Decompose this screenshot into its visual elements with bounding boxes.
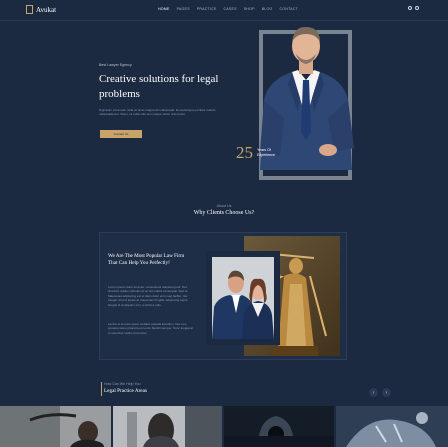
why-title: Why Clients Choose Us?: [193, 210, 255, 216]
practice-accent-line: [101, 382, 102, 396]
practice-card-criminal[interactable]: [0, 406, 111, 447]
logo-icon: [26, 5, 33, 14]
nav-contact[interactable]: CONTACT: [279, 7, 298, 11]
nav-cases[interactable]: CASES: [224, 7, 237, 11]
practice-card-cyber[interactable]: [224, 406, 334, 447]
header-icons: [408, 6, 419, 10]
lawyers-photo-frame: [206, 251, 280, 345]
about-para-1: Lorem ipsum dolor sit amet, consectetur …: [108, 285, 189, 307]
practice-card-family[interactable]: [113, 406, 222, 447]
nav-shop[interactable]: SHOP: [244, 7, 255, 11]
practice-card-drug[interactable]: [336, 406, 448, 447]
practice-title: Legal Practice Areas: [104, 388, 147, 394]
nav-practice[interactable]: PRACTICE: [197, 7, 217, 11]
why-eyebrow: About Us: [216, 204, 232, 208]
about-title: We Are The Most Popular Law Firm That Ca…: [108, 253, 185, 266]
search-icon[interactable]: [415, 6, 419, 10]
next-arrow-button[interactable]: ›: [382, 388, 391, 397]
prev-arrow-button[interactable]: ‹: [369, 388, 378, 397]
logo[interactable]: Avukat: [26, 5, 56, 14]
contact-us-button[interactable]: Contact Us: [100, 130, 142, 138]
hero-text: Dignissim commodo nulla sit amet magna d…: [99, 108, 216, 117]
about-para-2: Lectus et at nunc quam sodales gravida i…: [108, 322, 194, 335]
lawyers-photo: [212, 257, 274, 339]
hero-eyebrow: Best Lawyer Egency: [99, 63, 132, 67]
nav-home[interactable]: HOME: [158, 7, 170, 11]
years-experience: 25 Years Of Experience: [236, 143, 275, 163]
site-header: Avukat HOME PAGES PRACTICE CASES SHOP BL…: [0, 0, 448, 21]
logo-text: Avukat: [36, 5, 57, 14]
hero-title: Creative solutions for legal problems: [99, 73, 219, 100]
years-number: 25: [236, 143, 253, 162]
practice-eyebrow: How Can We Help You: [104, 382, 141, 386]
cart-icon[interactable]: [408, 6, 412, 10]
main-nav: HOME PAGES PRACTICE CASES SHOP BLOG CONT…: [158, 7, 298, 11]
nav-blog[interactable]: BLOG: [262, 7, 273, 11]
nav-pages[interactable]: PAGES: [177, 7, 190, 11]
years-label-2: Experience: [257, 153, 275, 157]
